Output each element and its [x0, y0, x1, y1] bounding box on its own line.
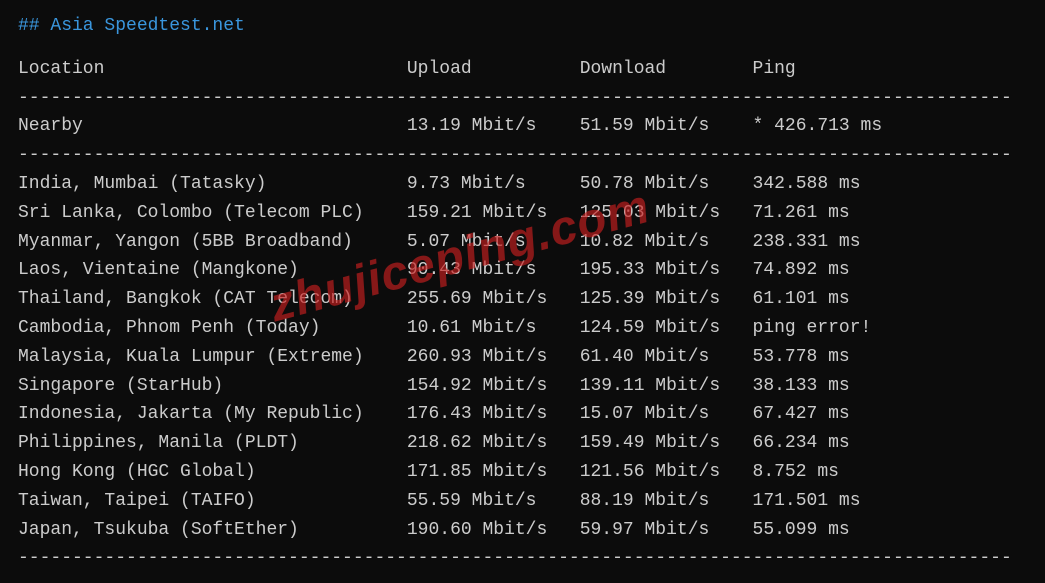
table-row: Philippines, Manila (PLDT) 218.62 Mbit/s…	[18, 429, 1027, 458]
table-row: Taiwan, Taipei (TAIFO) 55.59 Mbit/s 88.1…	[18, 487, 1027, 516]
divider: ----------------------------------------…	[18, 141, 1027, 170]
table-row: Malaysia, Kuala Lumpur (Extreme) 260.93 …	[18, 343, 1027, 372]
table-row: India, Mumbai (Tatasky) 9.73 Mbit/s 50.7…	[18, 170, 1027, 199]
nearby-row: Nearby 13.19 Mbit/s 51.59 Mbit/s * 426.7…	[18, 112, 1027, 141]
table-row: Singapore (StarHub) 154.92 Mbit/s 139.11…	[18, 372, 1027, 401]
table-row: Japan, Tsukuba (SoftEther) 190.60 Mbit/s…	[18, 516, 1027, 545]
table-row: Indonesia, Jakarta (My Republic) 176.43 …	[18, 400, 1027, 429]
section-title: ## Asia Speedtest.net	[18, 12, 1027, 41]
table-row: Thailand, Bangkok (CAT Telecom) 255.69 M…	[18, 285, 1027, 314]
table-row: Sri Lanka, Colombo (Telecom PLC) 159.21 …	[18, 199, 1027, 228]
table-row: Cambodia, Phnom Penh (Today) 10.61 Mbit/…	[18, 314, 1027, 343]
table-row: Myanmar, Yangon (5BB Broadband) 5.07 Mbi…	[18, 228, 1027, 257]
divider: ----------------------------------------…	[18, 544, 1027, 573]
table-row: Hong Kong (HGC Global) 171.85 Mbit/s 121…	[18, 458, 1027, 487]
divider: ----------------------------------------…	[18, 84, 1027, 113]
table-header-row: Location Upload Download Ping	[18, 55, 1027, 84]
table-row: Laos, Vientaine (Mangkone) 90.43 Mbit/s …	[18, 256, 1027, 285]
